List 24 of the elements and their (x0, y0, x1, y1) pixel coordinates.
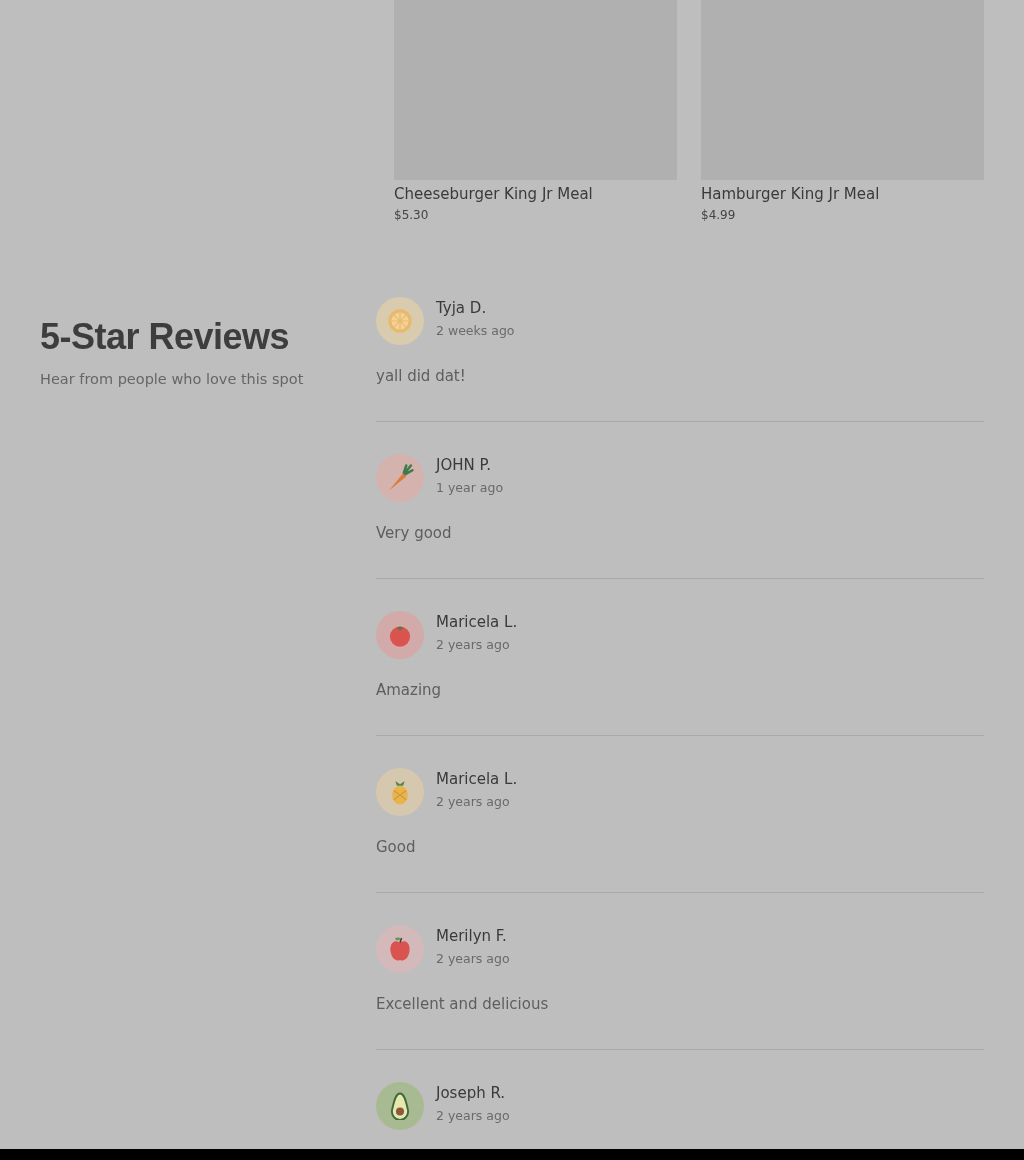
reviewer-name: Maricela L. (436, 612, 518, 633)
reviewer-name: Tyja D. (436, 298, 488, 319)
review-text: Excellent and delicious (376, 994, 550, 1014)
item-price: $5.30 (394, 207, 430, 223)
item-name[interactable]: Cheeseburger King Jr Meal (394, 184, 677, 204)
review-time: 1 year ago (436, 479, 504, 497)
item-name[interactable]: Hamburger King Jr Meal (701, 184, 984, 204)
review-text: Very good (376, 523, 453, 543)
review-time: 2 years ago (436, 636, 511, 654)
review-text: Good (376, 837, 417, 857)
review-text: yall did dat! (376, 366, 467, 386)
review-time: 2 years ago (436, 950, 510, 968)
reviewer-name: Maricela L. (436, 769, 518, 790)
section-heading: 5-Star Reviews (40, 317, 290, 357)
review-text: Amazing (376, 680, 443, 700)
review-time: 2 years ago (436, 793, 511, 811)
reviewer-name: Joseph R. (436, 1083, 507, 1104)
reviewer-name: Merilyn F. (436, 926, 508, 947)
review-time: 2 weeks ago (436, 322, 515, 340)
section-subtitle: Hear from people who love this spot (40, 370, 305, 389)
reviewer-name: JOHN P. (436, 455, 492, 476)
review-time: 2 years ago (436, 1107, 510, 1125)
lemon-icon (386, 307, 414, 335)
item-price: $4.99 (701, 207, 737, 223)
